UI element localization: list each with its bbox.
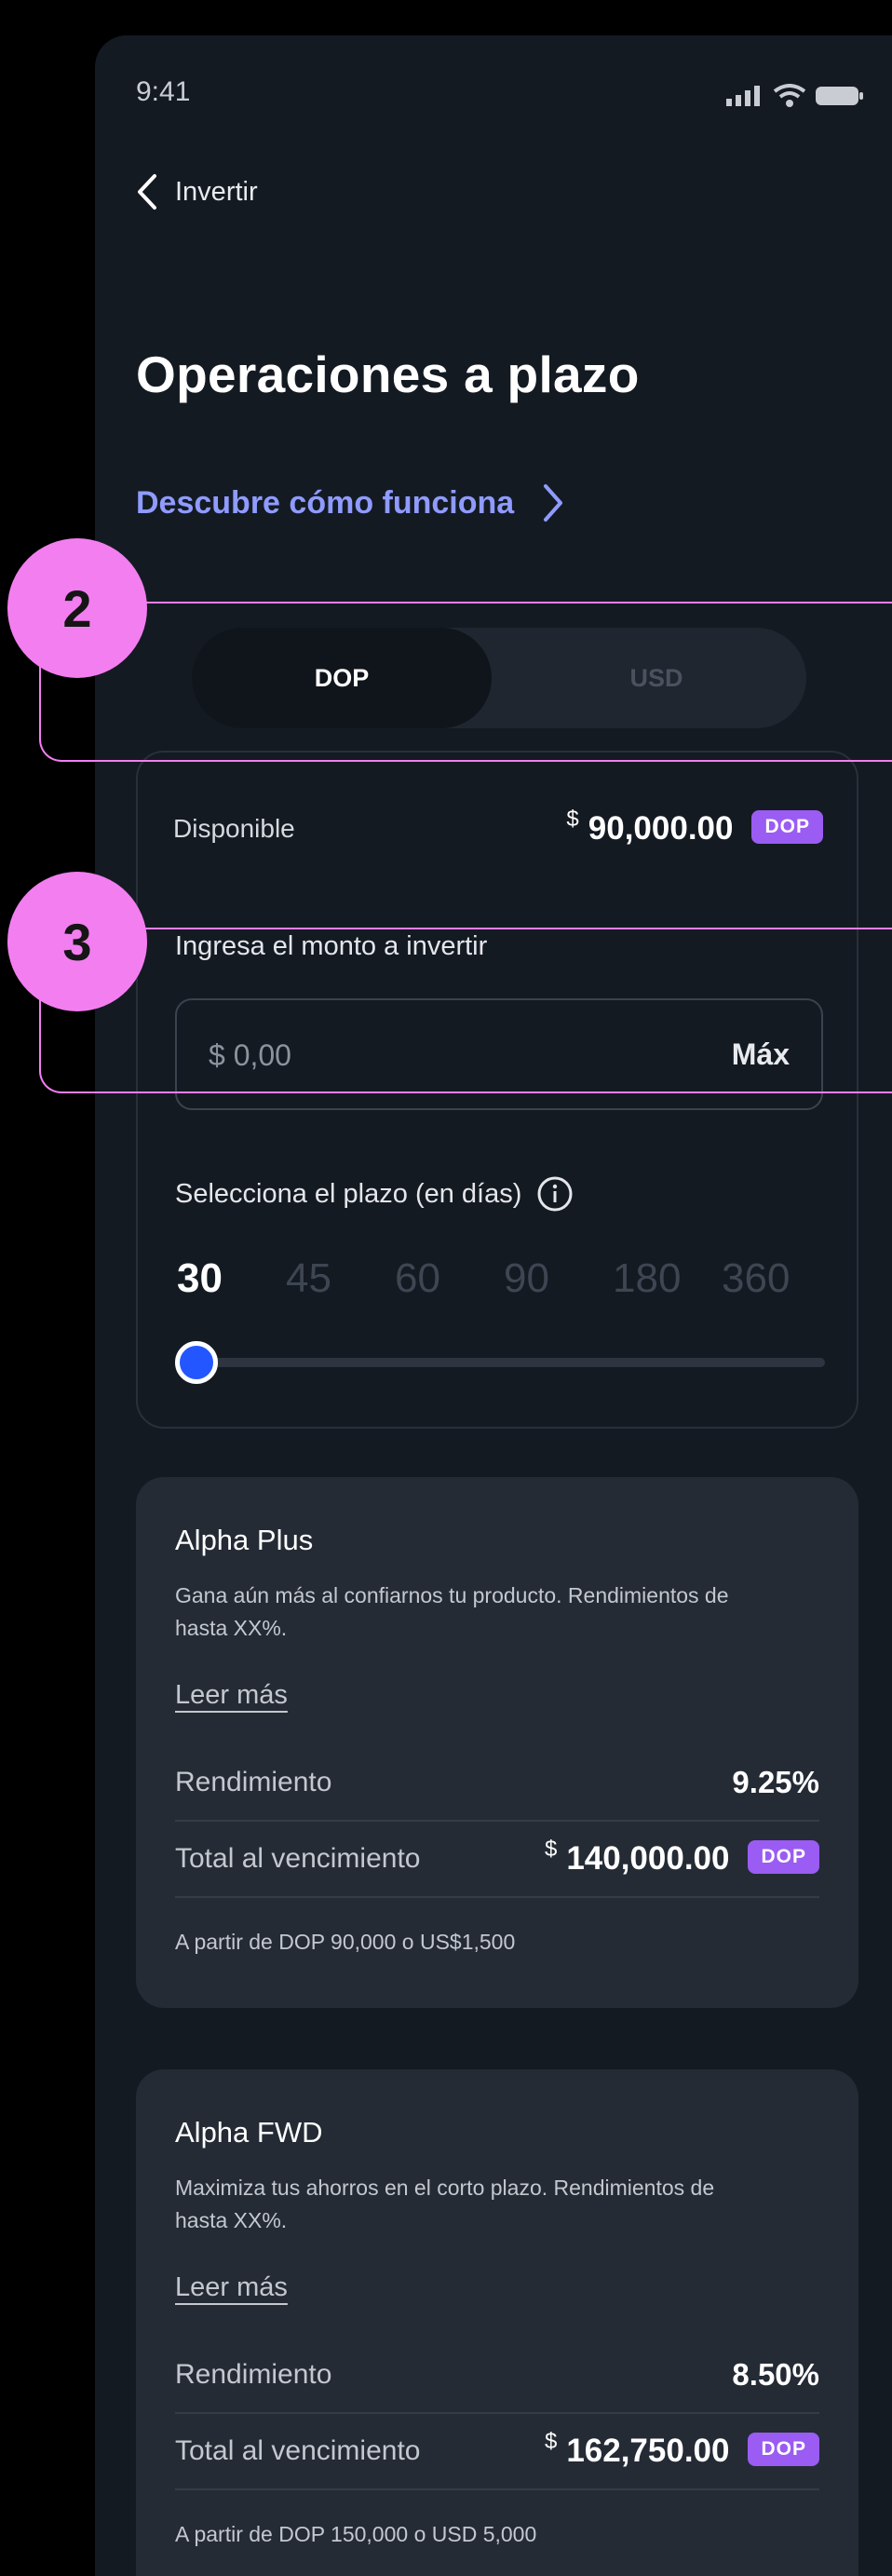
back-label: Invertir: [175, 176, 258, 207]
total-value: 140,000.00: [566, 1840, 730, 1877]
currency-symbol: $: [566, 807, 579, 832]
read-more-link[interactable]: Leer más: [175, 2272, 288, 2303]
currency-symbol: $: [544, 2429, 558, 2454]
term-option-360[interactable]: 360: [722, 1255, 831, 1302]
chevron-right-icon: [544, 484, 563, 522]
term-option-180[interactable]: 180: [613, 1255, 722, 1302]
wifi-icon: [773, 84, 806, 107]
status-icons: [726, 84, 864, 108]
term-option-90[interactable]: 90: [504, 1255, 613, 1302]
total-row: Total al vencimiento $ 140,000.00 DOP: [175, 1822, 819, 1898]
discover-label: Descubre cómo funciona: [136, 484, 515, 521]
plan-description: Gana aún más al confiarnos tu producto. …: [175, 1583, 729, 1640]
battery-icon: [816, 87, 863, 105]
phone-screen: 9:41 Invertir Operaciones a plazo Descub…: [95, 35, 892, 2576]
annotation-frame-toggle: [39, 602, 892, 762]
total-row: Total al vencimiento $ 162,750.00 DOP: [175, 2414, 819, 2490]
term-slider-thumb[interactable]: [175, 1341, 218, 1384]
status-bar: 9:41: [136, 76, 864, 114]
total-label: Total al vencimiento: [175, 1843, 421, 1874]
term-option-45[interactable]: 45: [286, 1255, 395, 1302]
read-more-link[interactable]: Leer más: [175, 1680, 288, 1711]
yield-value: 8.50%: [732, 2357, 819, 2392]
available-row: Disponible $ 90,000.00 DOP: [173, 807, 823, 851]
yield-row: Rendimiento 9.25%: [175, 1745, 819, 1822]
back-button[interactable]: Invertir: [136, 173, 258, 210]
annotation-frame-amount: [39, 928, 892, 1093]
total-value: 162,750.00: [566, 2433, 730, 2469]
plan-card-alpha-fwd: Alpha FWD Maximiza tus ahorros en el cor…: [136, 2069, 858, 2576]
currency-symbol: $: [544, 1837, 558, 1862]
available-amount: $ 90,000.00 DOP: [566, 807, 823, 847]
plan-footnote: A partir de DOP 90,000 o US$1,500: [175, 1930, 516, 1954]
yield-row: Rendimiento 8.50%: [175, 2338, 819, 2414]
chevron-left-icon: [138, 174, 156, 210]
status-time: 9:41: [136, 76, 191, 107]
available-value: 90,000.00: [588, 810, 734, 847]
plan-card-alpha-plus: Alpha Plus Gana aún más al confiarnos tu…: [136, 1477, 858, 2008]
total-amount: $ 162,750.00 DOP: [545, 2429, 819, 2470]
page-title: Operaciones a plazo: [136, 346, 640, 403]
signal-icon: [726, 86, 760, 106]
term-option-30[interactable]: 30: [177, 1255, 286, 1302]
plan-footnote: A partir de DOP 150,000 o USD 5,000: [175, 2522, 537, 2546]
plan-title: Alpha Plus: [175, 1524, 314, 1556]
yield-label: Rendimiento: [175, 2359, 332, 2390]
annotation-number-badge: 2: [7, 538, 147, 678]
discover-link[interactable]: Descubre cómo funciona: [136, 482, 564, 523]
yield-label: Rendimiento: [175, 1767, 332, 1797]
term-label-text: Selecciona el plazo (en días): [175, 1178, 522, 1209]
plan-description: Maximiza tus ahorros en el corto plazo. …: [175, 2176, 715, 2232]
currency-badge: DOP: [748, 2433, 819, 2466]
annotation-number-badge: 3: [7, 872, 147, 1011]
available-label: Disponible: [173, 814, 295, 843]
info-icon[interactable]: [536, 1175, 574, 1213]
term-label: Selecciona el plazo (en días): [175, 1175, 574, 1213]
yield-value: 9.25%: [732, 1765, 819, 1799]
plan-title: Alpha FWD: [175, 2116, 323, 2149]
total-label: Total al vencimiento: [175, 2435, 421, 2466]
term-option-60[interactable]: 60: [395, 1255, 504, 1302]
term-slider-track[interactable]: [190, 1358, 825, 1367]
currency-badge: DOP: [748, 1840, 819, 1874]
total-amount: $ 140,000.00 DOP: [544, 1837, 819, 1878]
term-options: 30 45 60 90 180 360: [177, 1255, 831, 1302]
currency-badge: DOP: [751, 810, 823, 844]
